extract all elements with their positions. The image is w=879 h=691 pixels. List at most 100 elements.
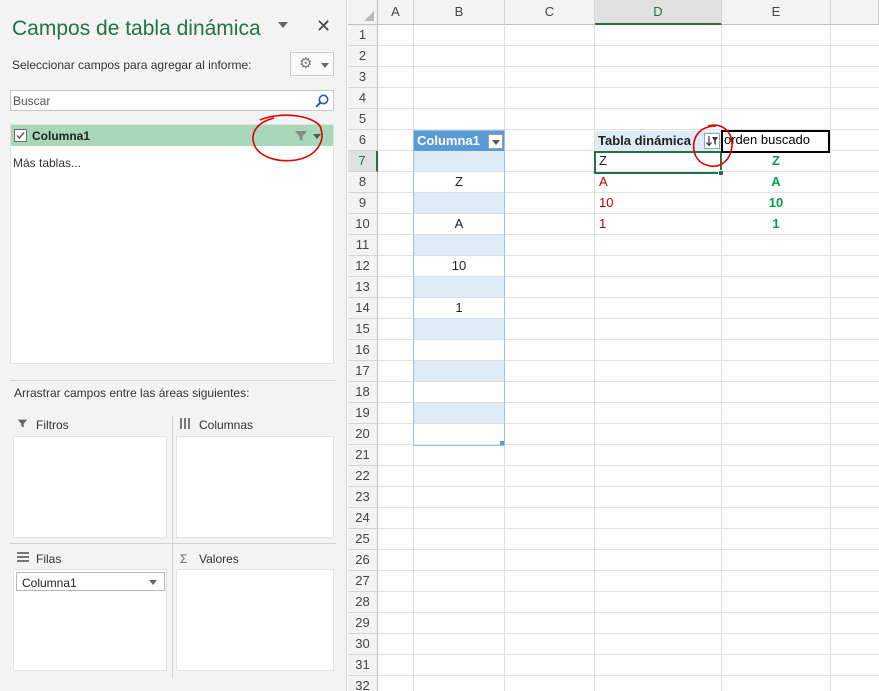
column-header-f[interactable] xyxy=(831,0,879,25)
table-cell[interactable]: 1 xyxy=(414,298,504,318)
pivot-item[interactable]: 10 xyxy=(599,193,719,213)
column-header-d[interactable]: D xyxy=(595,0,722,25)
row-header-28[interactable]: 28 xyxy=(348,592,378,613)
row-header-1[interactable]: 1 xyxy=(348,25,378,46)
row-header-2[interactable]: 2 xyxy=(348,46,378,67)
row-header-18[interactable]: 18 xyxy=(348,382,378,403)
panel-title: Campos de tabla dinámica xyxy=(12,17,261,40)
more-tables-link[interactable]: Más tablas... xyxy=(13,156,81,170)
filters-area-header: Filtros xyxy=(17,418,69,432)
cell-e6-label: orden buscado xyxy=(724,132,811,147)
row-header-10[interactable]: 10 xyxy=(348,214,378,235)
row-header-15[interactable]: 15 xyxy=(348,319,378,340)
pivot-item[interactable]: A xyxy=(599,172,719,192)
row-header-20[interactable]: 20 xyxy=(348,424,378,445)
row-header-31[interactable]: 31 xyxy=(348,655,378,676)
row-header-17[interactable]: 17 xyxy=(348,361,378,382)
active-cell-d7[interactable] xyxy=(594,151,722,174)
columns-drop-zone[interactable] xyxy=(176,436,334,538)
grid-line xyxy=(378,87,879,88)
divider xyxy=(10,543,336,544)
expected-order-cell[interactable]: 1 xyxy=(722,214,830,234)
row-header-30[interactable]: 30 xyxy=(348,634,378,655)
row-header-8[interactable]: 8 xyxy=(348,172,378,193)
pivot-item[interactable]: 1 xyxy=(599,214,719,234)
grid-line xyxy=(378,612,879,613)
sigma-icon: Σ xyxy=(180,552,188,566)
row-header-25[interactable]: 25 xyxy=(348,529,378,550)
values-area-header: Σ Valores xyxy=(180,552,239,566)
column-header-a[interactable]: A xyxy=(378,0,414,25)
columns-area-label: Columnas xyxy=(199,418,254,432)
panel-options-chevron-down-icon[interactable] xyxy=(278,22,288,28)
tools-button[interactable]: ⚙ xyxy=(290,52,334,76)
search-input[interactable] xyxy=(13,93,303,108)
search-icon[interactable] xyxy=(314,93,330,109)
divider xyxy=(10,380,336,381)
grid-line xyxy=(378,507,879,508)
grid-line xyxy=(378,654,879,655)
table-resize-handle[interactable] xyxy=(500,441,504,445)
column-header-c[interactable]: C xyxy=(505,0,595,25)
column-header-e[interactable]: E xyxy=(722,0,831,25)
row-header-23[interactable]: 23 xyxy=(348,487,378,508)
values-drop-zone[interactable] xyxy=(176,569,334,671)
row-header-16[interactable]: 16 xyxy=(348,340,378,361)
row-header-3[interactable]: 3 xyxy=(348,67,378,88)
table-header-label: Columna1 xyxy=(417,133,480,148)
table-cell[interactable]: Z xyxy=(414,172,504,192)
field-item-columna1[interactable]: Columna1 xyxy=(11,125,333,146)
grid-line xyxy=(378,66,879,67)
row-header-13[interactable]: 13 xyxy=(348,277,378,298)
pivot-field-panel: Campos de tabla dinámica ✕ Seleccionar c… xyxy=(0,0,347,691)
spreadsheet-grid[interactable]: A B C D E 1 2 3 4 5 6 7 8 9 10 11 12 13 14 15 16 17 18 19 2… xyxy=(348,0,879,691)
column-header-b[interactable]: B xyxy=(414,0,505,25)
chevron-down-icon[interactable] xyxy=(149,580,157,585)
row-header-9[interactable]: 9 xyxy=(348,193,378,214)
rows-area-header: Filas xyxy=(17,552,61,566)
select-all-icon xyxy=(364,11,374,21)
cell-e6[interactable]: orden buscado xyxy=(721,130,830,153)
row-header-4[interactable]: 4 xyxy=(348,88,378,109)
chevron-down-icon xyxy=(321,63,329,68)
row-header-14[interactable]: 14 xyxy=(348,298,378,319)
filter-icon xyxy=(17,418,31,432)
row-header-32[interactable]: 32 xyxy=(348,676,378,691)
row-header-5[interactable]: 5 xyxy=(348,109,378,130)
grid-line xyxy=(378,675,879,676)
rows-area-label: Filas xyxy=(36,552,62,566)
sort-filter-icon xyxy=(706,136,718,147)
columns-area-header: Columnas xyxy=(180,418,253,432)
field-checkbox[interactable] xyxy=(14,129,27,142)
row-header-11[interactable]: 11 xyxy=(348,235,378,256)
filters-area-label: Filtros xyxy=(36,418,69,432)
filters-drop-zone[interactable] xyxy=(13,436,167,538)
pivot-sort-filter-button[interactable] xyxy=(704,133,720,149)
search-field[interactable] xyxy=(10,90,334,111)
pivot-header-cell[interactable]: Tabla dinámica xyxy=(595,131,721,152)
row-header-24[interactable]: 24 xyxy=(348,508,378,529)
rows-field-item[interactable]: Columna1 xyxy=(16,572,165,591)
filter-icon xyxy=(295,131,307,141)
row-header-26[interactable]: 26 xyxy=(348,550,378,571)
expected-order-cell[interactable]: A xyxy=(722,172,830,192)
expected-order-cell[interactable]: Z xyxy=(722,151,830,171)
select-all-button[interactable] xyxy=(348,0,378,25)
row-header-19[interactable]: 19 xyxy=(348,403,378,424)
close-icon[interactable]: ✕ xyxy=(316,16,331,36)
table-cell[interactable]: A xyxy=(414,214,504,234)
row-header-12[interactable]: 12 xyxy=(348,256,378,277)
table-filter-button[interactable] xyxy=(488,134,503,149)
row-header-6[interactable]: 6 xyxy=(348,130,378,151)
row-header-7[interactable]: 7 xyxy=(348,151,378,172)
rows-field-label: Columna1 xyxy=(22,576,77,590)
row-header-27[interactable]: 27 xyxy=(348,571,378,592)
expected-order-cell[interactable]: 10 xyxy=(722,193,830,213)
field-dropdown-chevron-down-icon[interactable] xyxy=(313,134,321,139)
table-cell[interactable]: 10 xyxy=(414,256,504,276)
row-header-21[interactable]: 21 xyxy=(348,445,378,466)
row-header-29[interactable]: 29 xyxy=(348,613,378,634)
grid-line xyxy=(378,528,879,529)
row-header-22[interactable]: 22 xyxy=(348,466,378,487)
grid-line xyxy=(378,45,879,46)
